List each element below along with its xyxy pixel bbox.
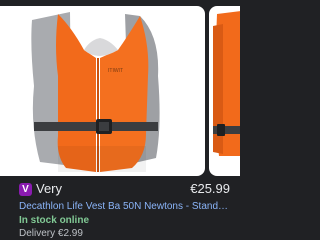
- merchant-logo-icon: V: [19, 182, 32, 196]
- life-vest-front-image: ITIWIT: [31, 12, 160, 172]
- product-image-next[interactable]: [209, 6, 240, 176]
- product-price: €25.99: [190, 181, 230, 196]
- merchant-name: Very: [36, 181, 63, 196]
- svg-text:ITIWIT: ITIWIT: [108, 68, 123, 74]
- product-title-link[interactable]: Decathlon Life Vest Ba 50N Newtons - Sta…: [19, 200, 229, 213]
- product-image-gallery[interactable]: ITIWIT: [0, 0, 240, 176]
- delivery-cost: Delivery €2.99: [19, 228, 83, 239]
- stock-status: In stock online: [19, 215, 90, 226]
- product-card[interactable]: ITIWIT V Very €25.99 Decathlon Life Vest…: [0, 0, 240, 240]
- product-info: V Very €25.99 Decathlon Life Vest Ba 50N…: [0, 176, 240, 240]
- product-image-main[interactable]: ITIWIT: [0, 6, 205, 176]
- life-vest-side-image: [213, 11, 240, 156]
- merchant[interactable]: V Very: [19, 181, 62, 197]
